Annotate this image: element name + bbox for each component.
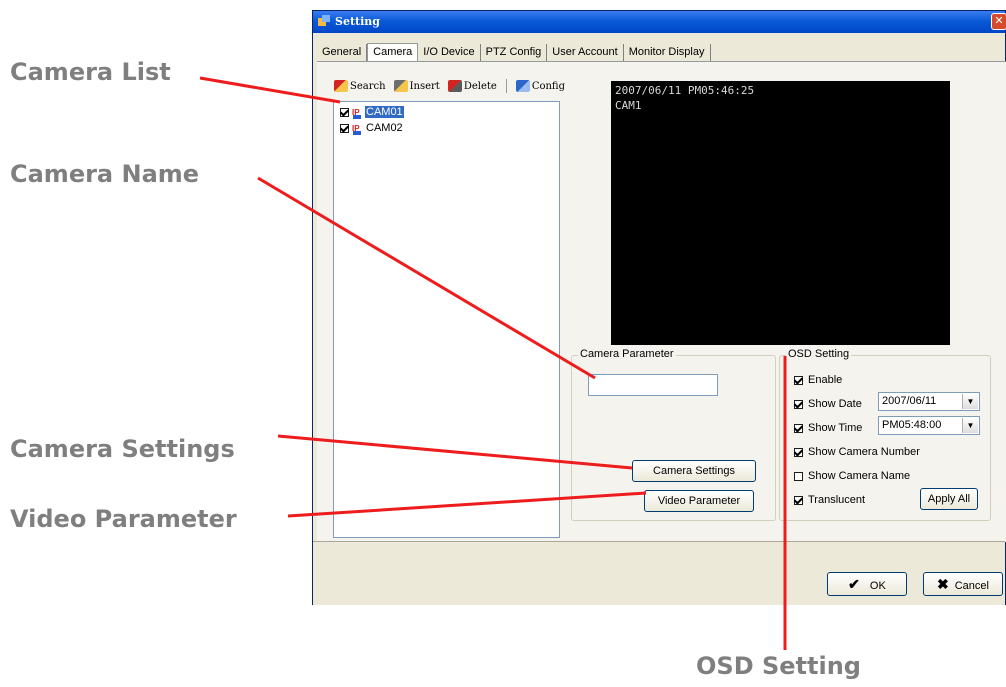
translucent-label: Translucent	[808, 494, 866, 506]
cancel-label: Cancel	[954, 580, 989, 592]
tab-ptz-config[interactable]: PTZ Config	[481, 44, 548, 61]
insert-icon	[393, 80, 408, 92]
x-icon: ✖	[937, 576, 949, 592]
delete-label: Delete	[463, 80, 497, 92]
show-date-row[interactable]: Show Date	[794, 398, 862, 410]
window-title: Setting	[335, 15, 380, 28]
title-bar[interactable]: Setting ✕	[313, 11, 1006, 33]
preview-osd-datetime: 2007/06/11 PM05:46:25	[615, 84, 755, 97]
time-value: PM05:48:00	[882, 419, 942, 431]
osd-enable-checkbox[interactable]	[794, 375, 803, 385]
show-camera-number-label: Show Camera Number	[808, 446, 920, 458]
osd-enable-label: Enable	[808, 374, 843, 386]
apply-all-button[interactable]: Apply All	[920, 488, 978, 510]
config-button[interactable]: Config	[513, 79, 568, 93]
close-button[interactable]: ✕	[991, 13, 1006, 30]
show-time-checkbox[interactable]	[794, 423, 803, 433]
ip-camera-icon: IP	[352, 124, 362, 135]
annotation-camera-list: Camera List	[10, 58, 171, 86]
osd-setting-title: OSD Setting	[786, 348, 852, 360]
setting-dialog: Setting ✕ General Camera I/O Device PTZ …	[312, 10, 1006, 605]
insert-button[interactable]: Insert	[391, 79, 443, 93]
camera-name-input[interactable]	[588, 374, 718, 396]
dialog-button-bar: ✔ OK ✖ Cancel	[313, 541, 1005, 605]
config-icon	[515, 80, 530, 92]
chevron-down-icon[interactable]: ▼	[962, 394, 978, 409]
show-camera-name-checkbox[interactable]	[794, 471, 803, 481]
show-time-label: Show Time	[808, 422, 863, 434]
annotation-camera-settings: Camera Settings	[10, 435, 235, 463]
osd-enable-row[interactable]: Enable	[794, 374, 842, 386]
show-date-label: Show Date	[808, 398, 862, 410]
toolbar-separator	[505, 79, 507, 93]
time-format-select[interactable]: PM05:48:00 ▼	[878, 416, 980, 435]
delete-icon	[447, 80, 462, 92]
annotation-video-parameter: Video Parameter	[10, 505, 237, 533]
camera-parameter-title: Camera Parameter	[578, 348, 676, 360]
camera-list-item[interactable]: IP CAM02	[340, 122, 404, 135]
preview-osd-camera: CAM1	[615, 99, 642, 112]
check-icon: ✔	[848, 576, 860, 592]
show-camera-number-row[interactable]: Show Camera Number	[794, 446, 920, 458]
video-preview: 2007/06/11 PM05:46:25 CAM1	[611, 81, 950, 345]
date-value: 2007/06/11	[882, 395, 937, 407]
camera-list[interactable]: IP CAM01 IP CAM02	[333, 101, 560, 538]
date-format-select[interactable]: 2007/06/11 ▼	[878, 392, 980, 411]
tab-camera[interactable]: Camera	[367, 43, 419, 62]
search-icon	[334, 80, 348, 92]
ok-button[interactable]: ✔ OK	[827, 572, 907, 596]
show-camera-name-row[interactable]: Show Camera Name	[794, 470, 910, 482]
ok-label: OK	[869, 580, 886, 592]
camera-list-item[interactable]: IP CAM01	[340, 106, 404, 119]
osd-setting-group: OSD Setting Enable Show Date 2007/06/11 …	[779, 348, 991, 521]
close-icon: ✕	[994, 14, 1004, 27]
insert-label: Insert	[409, 80, 440, 92]
show-camera-name-label: Show Camera Name	[808, 470, 911, 482]
config-label: Config	[531, 80, 565, 92]
camera-name-label: CAM01	[365, 106, 404, 118]
camera-enable-checkbox[interactable]	[340, 123, 349, 133]
camera-name-label: CAM02	[366, 122, 403, 134]
translucent-checkbox[interactable]	[794, 495, 803, 505]
show-date-checkbox[interactable]	[794, 399, 803, 409]
ip-camera-icon: IP	[352, 108, 362, 119]
search-button[interactable]: Search	[331, 79, 389, 93]
show-camera-number-checkbox[interactable]	[794, 447, 803, 457]
tab-io-device[interactable]: I/O Device	[418, 44, 481, 61]
tab-monitor-display[interactable]: Monitor Display	[624, 44, 711, 61]
video-parameter-button[interactable]: Video Parameter	[644, 490, 754, 512]
tab-strip: General Camera I/O Device PTZ Config Use…	[317, 41, 711, 62]
search-label: Search	[350, 80, 386, 92]
show-time-row[interactable]: Show Time	[794, 422, 862, 434]
tab-general[interactable]: General	[317, 44, 368, 61]
app-icon	[318, 15, 330, 26]
cancel-button[interactable]: ✖ Cancel	[923, 572, 1003, 596]
delete-button[interactable]: Delete	[445, 79, 500, 93]
translucent-row[interactable]: Translucent	[794, 494, 865, 506]
chevron-down-icon[interactable]: ▼	[962, 418, 978, 433]
camera-toolbar: Search Insert Delete Config	[331, 79, 568, 93]
annotation-osd-setting: OSD Setting	[696, 652, 861, 680]
camera-enable-checkbox[interactable]	[340, 107, 349, 117]
annotation-camera-name: Camera Name	[10, 160, 200, 188]
tab-user-account[interactable]: User Account	[547, 44, 624, 61]
camera-settings-button[interactable]: Camera Settings	[632, 460, 756, 482]
camera-parameter-group: Camera Parameter Camera Settings Video P…	[571, 348, 776, 521]
